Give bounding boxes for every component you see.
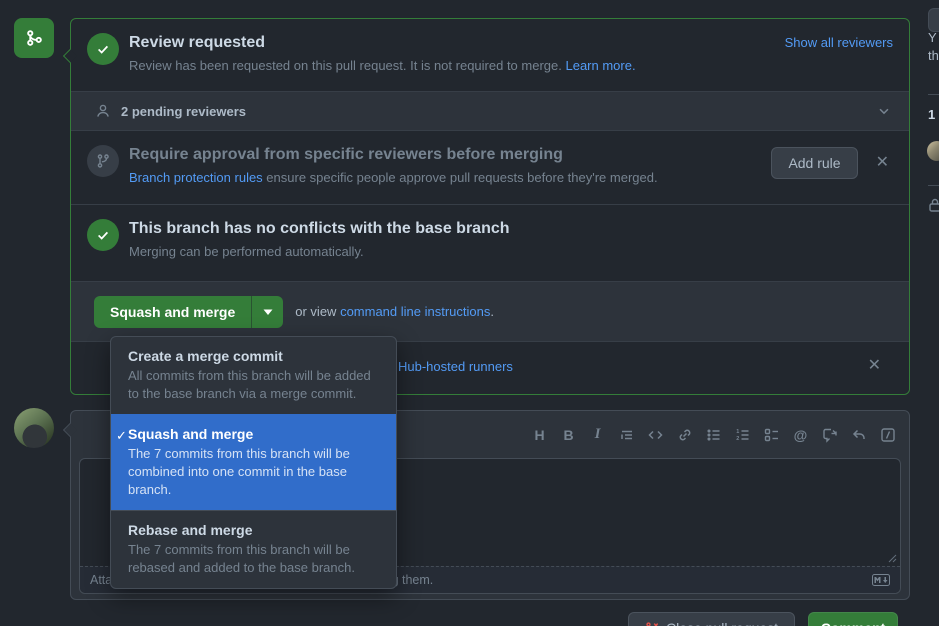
no-conflicts-section: This branch has no conflicts with the ba…	[71, 204, 909, 281]
lock-conversation-icon[interactable]	[927, 197, 939, 213]
dismiss-approval-rule-icon[interactable]: ✕	[872, 151, 893, 175]
cross-reference-icon[interactable]	[819, 424, 840, 445]
svg-text:1: 1	[736, 429, 739, 435]
menu-item-rebase-and-merge[interactable]: Rebase and merge The 7 commits from this…	[111, 510, 396, 588]
pr-closed-icon	[645, 621, 659, 626]
markdown-supported-icon[interactable]	[872, 574, 890, 586]
check-circle-icon	[87, 33, 119, 65]
user-avatar[interactable]	[14, 408, 54, 448]
close-pull-request-label: Close pull request	[666, 620, 778, 626]
quote-icon[interactable]	[616, 424, 637, 445]
or-view-text: or view	[295, 304, 340, 319]
approval-rule-description: Branch protection rules ensure specific …	[129, 170, 759, 185]
sidebar-text-fragment: th	[928, 48, 939, 63]
menu-item-squash-and-merge[interactable]: ✓ Squash and merge The 7 commits from th…	[111, 414, 396, 510]
sidebar-divider	[928, 94, 939, 95]
no-conflicts-description: Merging can be performed automatically.	[129, 244, 893, 259]
sidebar-button-fragment[interactable]	[928, 8, 939, 32]
check-circle-icon	[87, 219, 119, 251]
slash-commands-icon[interactable]	[877, 424, 898, 445]
comment-button[interactable]: Comment	[808, 612, 898, 626]
heading-icon[interactable]: H	[529, 424, 550, 445]
pending-reviewers-label: 2 pending reviewers	[121, 104, 877, 119]
menu-item-create-merge-commit[interactable]: Create a merge commit All commits from t…	[111, 337, 396, 414]
cli-instructions-text: or view command line instructions.	[295, 304, 494, 319]
menu-item-description: All commits from this branch will be add…	[128, 367, 382, 403]
show-all-reviewers-link[interactable]: Show all reviewers	[785, 35, 893, 50]
period-text: .	[490, 304, 494, 319]
squash-and-merge-button[interactable]: Squash and merge	[94, 296, 251, 328]
resize-grip-icon[interactable]	[888, 554, 897, 563]
branch-protection-rules-link[interactable]: Branch protection rules	[129, 170, 263, 185]
review-requested-section: Review requested Review has been request…	[71, 19, 909, 91]
menu-item-description: The 7 commits from this branch will be c…	[128, 445, 382, 499]
svg-text:2: 2	[736, 436, 739, 442]
pull-request-merge-section: Review requested Review has been request…	[0, 0, 939, 626]
bold-icon[interactable]: B	[558, 424, 579, 445]
unordered-list-icon[interactable]	[703, 424, 724, 445]
mention-icon[interactable]: @	[790, 424, 811, 445]
branch-rule-icon	[87, 145, 119, 177]
review-requested-title: Review requested	[129, 33, 773, 53]
link-icon[interactable]	[674, 424, 695, 445]
caret-down-icon	[263, 308, 273, 316]
command-line-instructions-link[interactable]: command line instructions	[340, 304, 490, 319]
review-requested-timeline-icon	[14, 18, 54, 58]
learn-more-link[interactable]: Learn more.	[565, 58, 635, 73]
sidebar-divider	[928, 185, 939, 186]
commit-graph-icon	[24, 28, 44, 48]
merge-options-dropdown: Create a merge commit All commits from t…	[110, 336, 397, 589]
menu-item-title: Squash and merge	[128, 426, 382, 442]
menu-item-title: Create a merge commit	[128, 348, 382, 364]
dismiss-runners-notice-icon[interactable]: ✕	[864, 354, 885, 378]
hosted-runners-link[interactable]: Hub-hosted runners	[398, 359, 513, 374]
participant-avatar[interactable]	[927, 141, 939, 161]
ordered-list-icon[interactable]: 12	[732, 424, 753, 445]
participants-count: 1	[928, 107, 935, 122]
close-pull-request-button[interactable]: Close pull request	[628, 612, 795, 626]
approval-rule-description-text: ensure specific people approve pull requ…	[263, 170, 658, 185]
approval-rule-section: Require approval from specific reviewers…	[71, 131, 909, 204]
pending-reviewers-row[interactable]: 2 pending reviewers	[71, 91, 909, 131]
merge-action-bar: Squash and merge or view command line in…	[71, 281, 909, 341]
no-conflicts-title: This branch has no conflicts with the ba…	[129, 219, 893, 239]
review-requested-description-text: Review has been requested on this pull r…	[129, 58, 565, 73]
sidebar-text-fragment: Y	[928, 30, 937, 45]
add-rule-button[interactable]: Add rule	[771, 147, 857, 179]
person-icon	[95, 103, 111, 119]
check-icon: ✓	[116, 428, 127, 444]
review-requested-description: Review has been requested on this pull r…	[129, 58, 773, 73]
reply-icon[interactable]	[848, 424, 869, 445]
merge-options-caret-button[interactable]	[251, 296, 283, 328]
code-icon[interactable]	[645, 424, 666, 445]
italic-icon[interactable]: I	[587, 424, 608, 445]
menu-item-title: Rebase and merge	[128, 522, 382, 538]
task-list-icon[interactable]	[761, 424, 782, 445]
menu-item-description: The 7 commits from this branch will be r…	[128, 541, 382, 577]
chevron-down-icon[interactable]	[877, 104, 891, 118]
approval-rule-title: Require approval from specific reviewers…	[129, 145, 759, 165]
comment-button-label: Comment	[821, 620, 886, 626]
